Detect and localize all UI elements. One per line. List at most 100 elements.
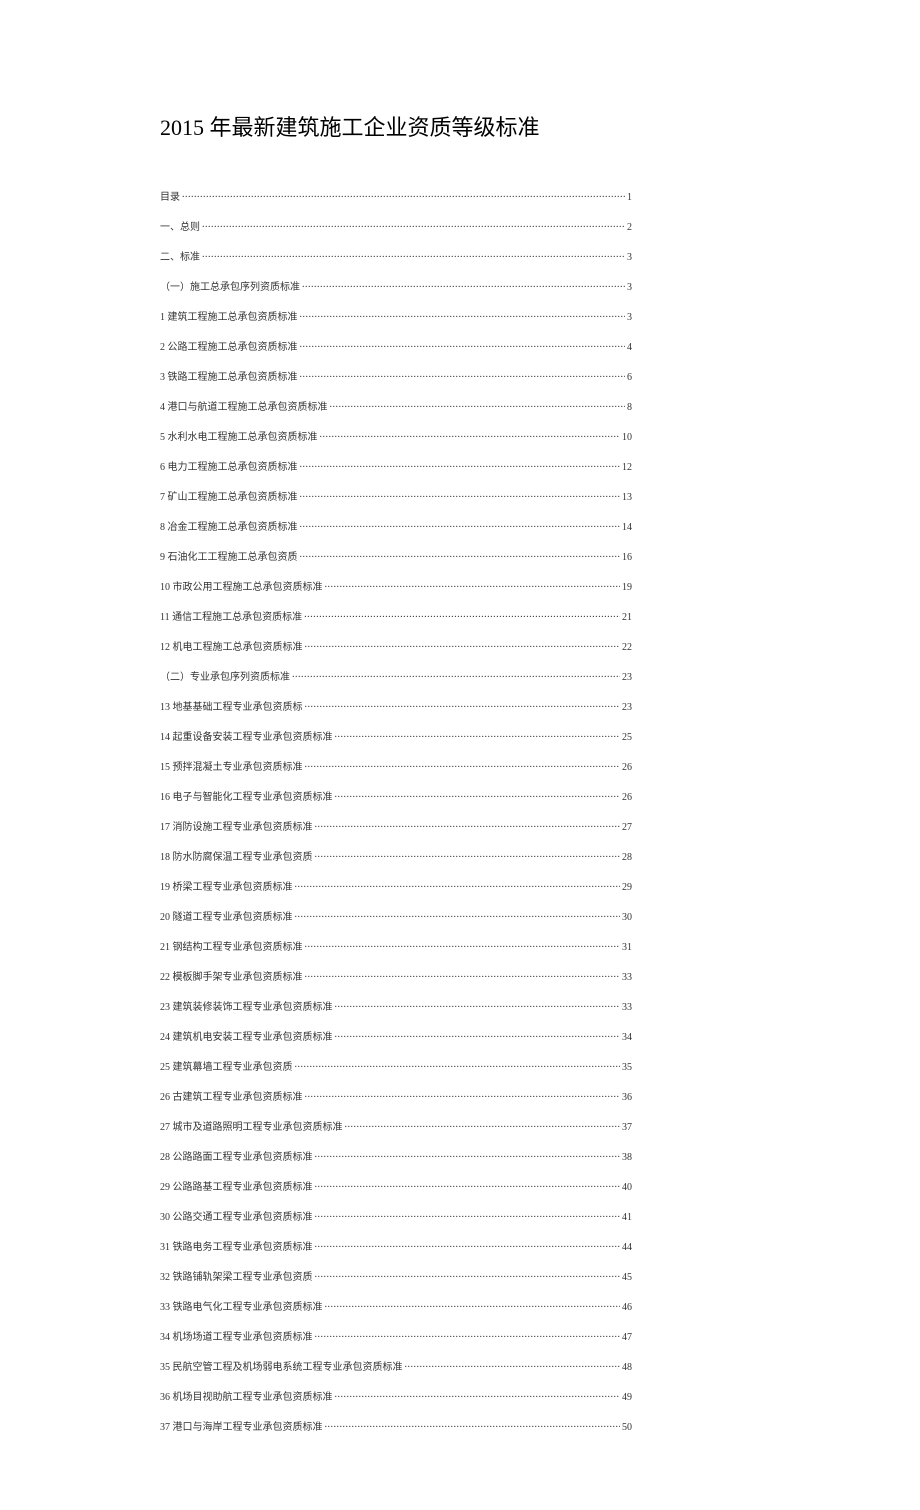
toc-entry-page: 3 (627, 283, 632, 293)
toc-dots (315, 1270, 621, 1280)
toc-entry-label: 37 港口与海岸工程专业承包资质标准 (160, 1423, 323, 1433)
toc-entry: 18 防水防腐保温工程专业承包资质28 (160, 850, 632, 863)
toc-dots (345, 1120, 621, 1130)
toc-entry-label: 16 电子与智能化工程专业承包资质标准 (160, 793, 333, 803)
toc-entry-page: 41 (622, 1213, 632, 1223)
toc-entry: 13 地基基础工程专业承包资质标 23 (160, 700, 632, 713)
toc-dots (315, 1240, 621, 1250)
table-of-contents: 目录1 一、总则2 二、标准3 （一）施工总承包序列资质标准3 1 建筑工程施工总承包资… (160, 190, 632, 1433)
toc-entry: 28 公路路面工程专业承包资质标准38 (160, 1150, 632, 1163)
toc-entry: 一、总则2 (160, 220, 632, 233)
toc-entry-page: 14 (622, 523, 632, 533)
toc-dots (335, 730, 621, 740)
toc-entry-page: 2 (627, 223, 632, 233)
toc-entry-page: 23 (622, 673, 632, 683)
toc-dots (335, 1390, 621, 1400)
toc-dots (202, 250, 625, 260)
toc-entry: 17 消防设施工程专业承包资质标准27 (160, 820, 632, 833)
toc-dots (335, 1000, 621, 1010)
toc-entry-label: 2 公路工程施工总承包资质标准 (160, 343, 298, 353)
toc-entry-label: 7 矿山工程施工总承包资质标准 (160, 493, 298, 503)
toc-entry: 27 城市及道路照明工程专业承包资质标准 37 (160, 1120, 632, 1133)
toc-entry-label: 13 地基基础工程专业承包资质标 (160, 703, 303, 713)
toc-entry-label: 14 起重设备安装工程专业承包资质标准 (160, 733, 333, 743)
toc-dots (335, 790, 621, 800)
toc-entry-page: 25 (622, 733, 632, 743)
toc-entry: 16 电子与智能化工程专业承包资质标准 26 (160, 790, 632, 803)
toc-dots (300, 490, 621, 500)
toc-dots (182, 190, 625, 200)
toc-entry-label: 36 机场目视助航工程专业承包资质标准 (160, 1393, 333, 1403)
toc-entry: 11 通信工程施工总承包资质标准21 (160, 610, 632, 623)
toc-entry-label: 27 城市及道路照明工程专业承包资质标准 (160, 1123, 343, 1133)
toc-entry: 25 建筑幕墙工程专业承包资质 35 (160, 1060, 632, 1073)
toc-dots (304, 610, 620, 620)
toc-entry: 34 机场场道工程专业承包资质标准47 (160, 1330, 632, 1343)
toc-dots (315, 820, 621, 830)
toc-entry-page: 44 (622, 1243, 632, 1253)
toc-entry: 10 市政公用工程施工总承包资质标准19 (160, 580, 632, 593)
toc-entry-label: 31 铁路电务工程专业承包资质标准 (160, 1243, 313, 1253)
toc-dots (315, 1330, 621, 1340)
toc-entry-label: 25 建筑幕墙工程专业承包资质 (160, 1063, 293, 1073)
toc-entry-label: 29 公路路基工程专业承包资质标准 (160, 1183, 313, 1193)
toc-entry: 目录1 (160, 190, 632, 203)
toc-entry-page: 35 (622, 1063, 632, 1073)
document-title: 2015 年最新建筑施工企业资质等级标准 (160, 110, 760, 142)
toc-entry-label: 3 铁路工程施工总承包资质标准 (160, 373, 298, 383)
toc-entry-label: 5 水利水电工程施工总承包资质标准 (160, 433, 318, 443)
toc-entry: （一）施工总承包序列资质标准3 (160, 280, 632, 293)
toc-entry: 23 建筑装修装饰工程专业承包资质标准 33 (160, 1000, 632, 1013)
toc-entry: 7 矿山工程施工总承包资质标准13 (160, 490, 632, 503)
toc-entry: 14 起重设备安装工程专业承包资质标准 25 (160, 730, 632, 743)
toc-entry-page: 8 (627, 403, 632, 413)
toc-entry-label: 6 电力工程施工总承包资质标准 (160, 463, 298, 473)
toc-dots (295, 880, 621, 890)
toc-entry-label: 35 民航空管工程及机场弱电系统工程专业承包资质标准 (160, 1363, 403, 1373)
toc-entry: 二、标准3 (160, 250, 632, 263)
toc-entry-label: 11 通信工程施工总承包资质标准 (160, 613, 302, 623)
toc-dots (325, 580, 621, 590)
toc-entry: 35 民航空管工程及机场弱电系统工程专业承包资质标准 48 (160, 1360, 632, 1373)
toc-entry-page: 26 (622, 793, 632, 803)
toc-dots (305, 940, 621, 950)
toc-entry-page: 26 (622, 763, 632, 773)
toc-entry-page: 16 (622, 553, 632, 563)
toc-dots (305, 760, 621, 770)
toc-entry: 9 石油化工工程施工总承包资质16 (160, 550, 632, 563)
toc-entry-page: 23 (622, 703, 632, 713)
toc-entry-label: 12 机电工程施工总承包资质标准 (160, 643, 303, 653)
toc-dots (405, 1360, 621, 1370)
toc-dots (305, 640, 621, 650)
toc-dots (300, 370, 626, 380)
toc-entry-page: 30 (622, 913, 632, 923)
toc-entry-label: 8 冶金工程施工总承包资质标准 (160, 523, 298, 533)
toc-entry-label: 10 市政公用工程施工总承包资质标准 (160, 583, 323, 593)
toc-entry: 19 桥梁工程专业承包资质标准29 (160, 880, 632, 893)
toc-dots (300, 520, 621, 530)
toc-entry: 36 机场目视助航工程专业承包资质标准49 (160, 1390, 632, 1403)
toc-dots (202, 220, 625, 230)
toc-entry-page: 4 (627, 343, 632, 353)
toc-entry-page: 48 (622, 1363, 632, 1373)
toc-entry-page: 3 (627, 253, 632, 263)
toc-entry: 32 铁路铺轨架梁工程专业承包资质45 (160, 1270, 632, 1283)
toc-entry: 26 古建筑工程专业承包资质标准36 (160, 1090, 632, 1103)
toc-entry: 1 建筑工程施工总承包资质标准3 (160, 310, 632, 323)
toc-entry-label: 34 机场场道工程专业承包资质标准 (160, 1333, 313, 1343)
toc-dots (315, 1150, 621, 1160)
toc-entry-page: 37 (622, 1123, 632, 1133)
toc-dots (335, 1030, 621, 1040)
toc-entry-page: 3 (627, 313, 632, 323)
toc-entry: 4 港口与航道工程施工总承包资质标准8 (160, 400, 632, 413)
toc-entry-label: 15 预拌混凝土专业承包资质标准 (160, 763, 303, 773)
toc-entry-page: 34 (622, 1033, 632, 1043)
toc-entry-page: 33 (622, 1003, 632, 1013)
toc-dots (292, 670, 620, 680)
toc-entry-label: 28 公路路面工程专业承包资质标准 (160, 1153, 313, 1163)
toc-entry-label: 22 模板脚手架专业承包资质标准 (160, 973, 303, 983)
toc-entry-label: 23 建筑装修装饰工程专业承包资质标准 (160, 1003, 333, 1013)
toc-entry-page: 27 (622, 823, 632, 833)
toc-dots (305, 970, 621, 980)
toc-entry: 29 公路路基工程专业承包资质标准40 (160, 1180, 632, 1193)
